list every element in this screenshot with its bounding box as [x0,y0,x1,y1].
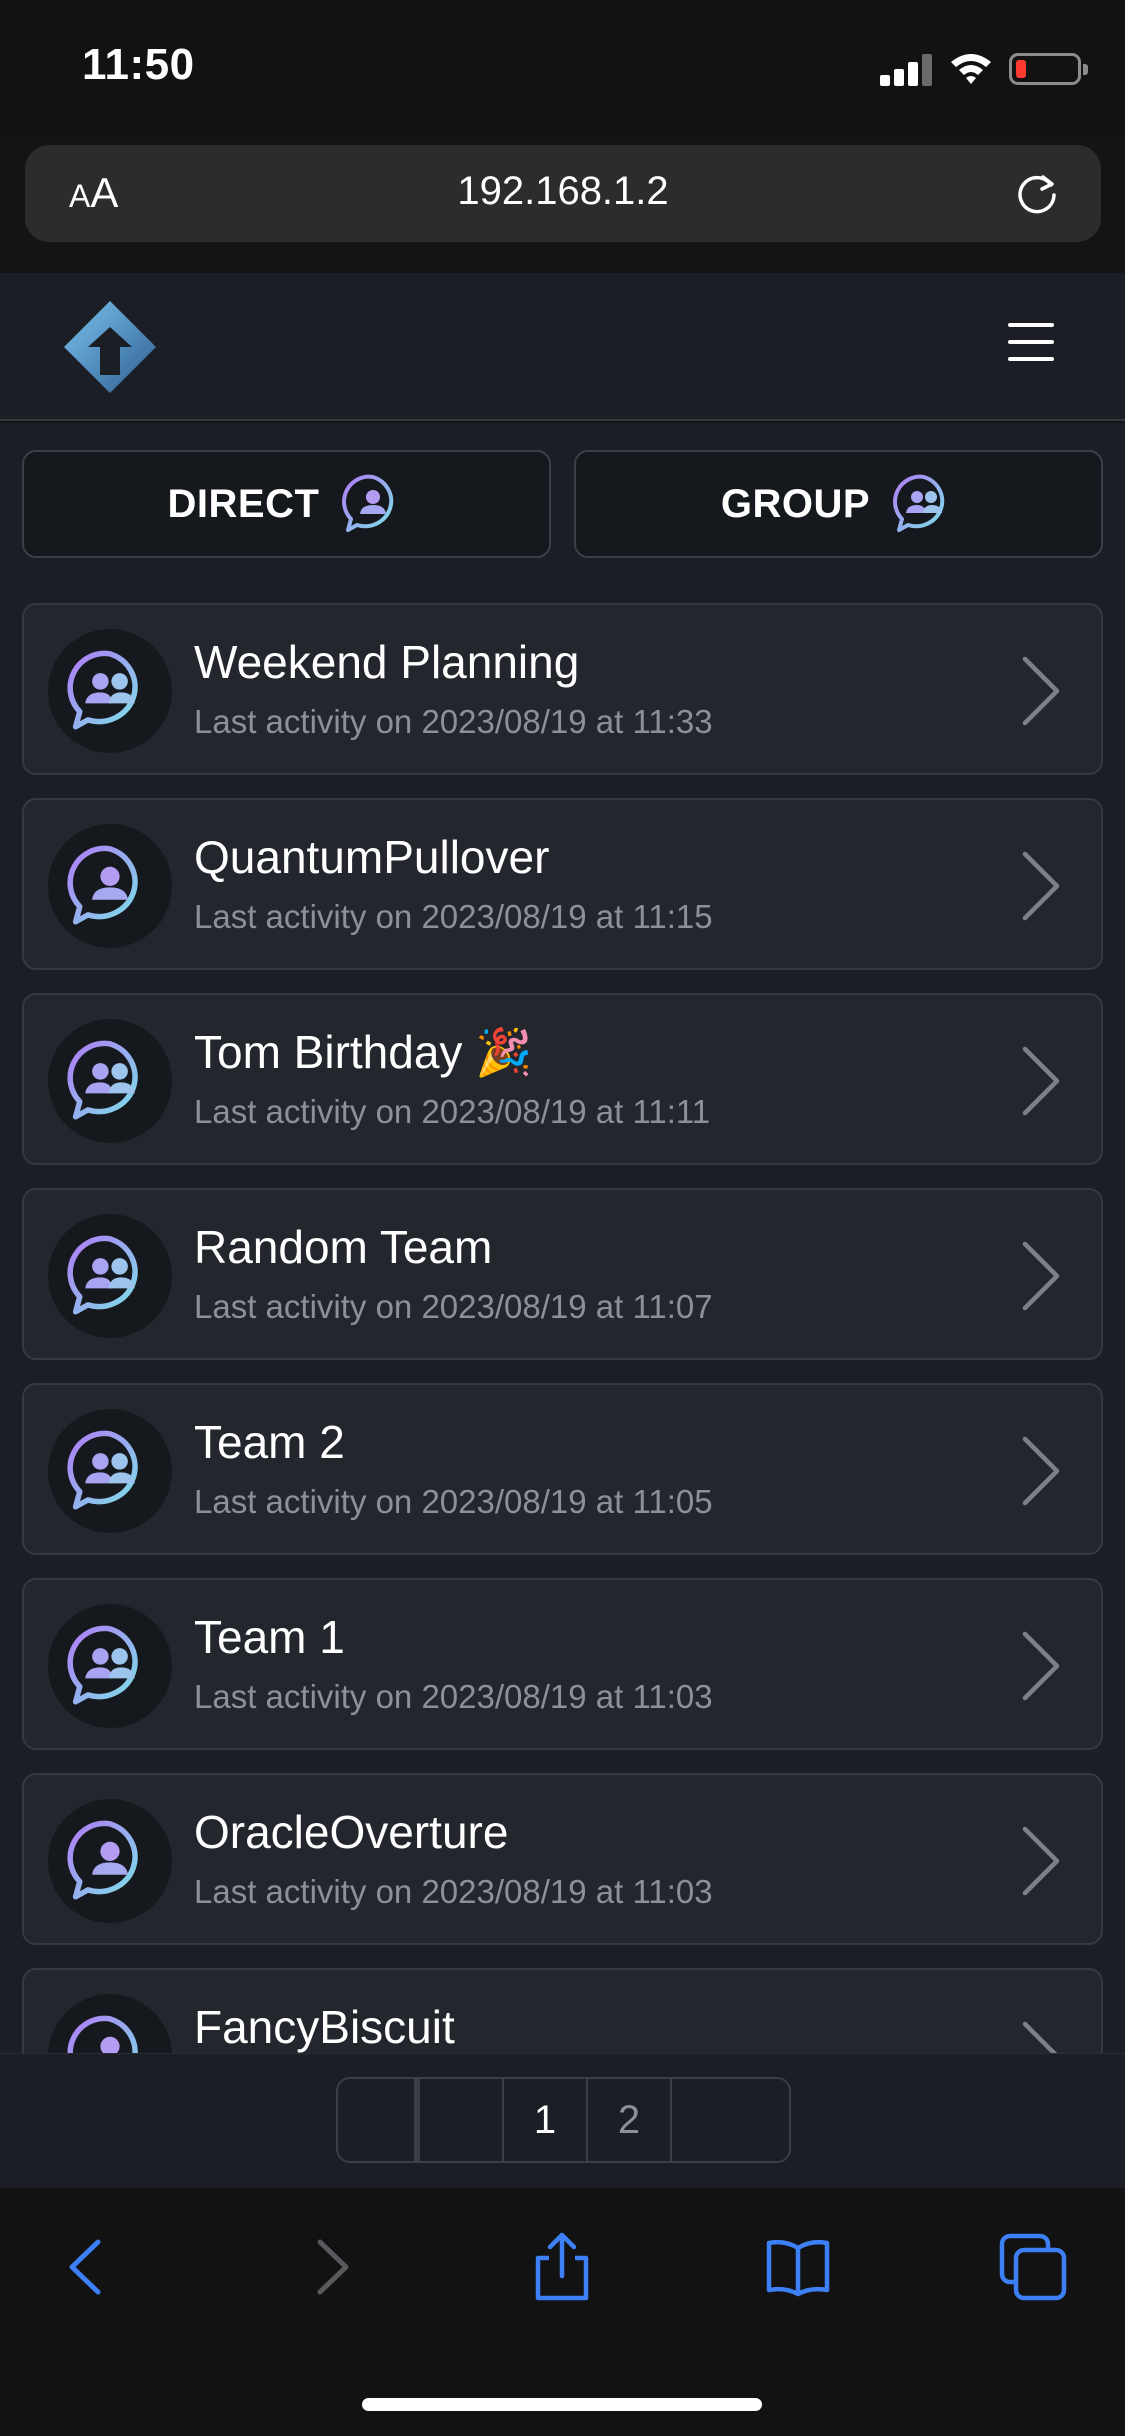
people-chat-bubble-icon [67,1235,138,1315]
battery-icon [1009,53,1088,85]
conversation-avatar [48,824,172,948]
person-chat-bubble-icon [342,474,394,532]
conversations-panel: DIRECT GROUP Weekend Planning Last activ… [0,423,1125,2053]
conversation-avatar [48,1214,172,1338]
chevron-right-icon [1022,1436,1060,1506]
conversation-row[interactable]: OracleOverture Last activity on 2023/08/… [22,1773,1103,1945]
conversation-row[interactable]: Weekend Planning Last activity on 2023/0… [22,603,1103,775]
conversation-list: Weekend Planning Last activity on 2023/0… [22,603,1103,2053]
conversation-title: QuantumPullover [194,831,550,883]
first-page-button[interactable] [338,2079,420,2161]
conversation-title: OracleOverture [194,1806,509,1858]
app-header [0,273,1125,421]
back-icon[interactable] [52,2232,122,2302]
conversation-title: Tom Birthday 🎉 [194,1026,533,1078]
status-bar: 11:50 [0,0,1125,135]
page-2-button[interactable]: 2 [588,2079,672,2161]
conversation-last-activity: Last activity on 2023/08/19 at 11:05 [194,1483,713,1520]
bookmarks-icon[interactable] [763,2232,833,2302]
chevron-right-icon [1022,1046,1060,1116]
app-logo-icon[interactable] [60,297,160,397]
previous-page-button[interactable] [420,2079,504,2161]
reload-icon[interactable] [1013,169,1061,217]
conversation-avatar [48,1019,172,1143]
url-text[interactable]: 192.168.1.2 [25,169,1101,214]
pagination-bar: 1 2 [0,2053,1125,2188]
chevron-right-icon [1022,656,1060,726]
chevron-right-icon [1022,1631,1060,1701]
people-chat-bubble-icon [67,650,138,730]
conversation-last-activity: Last activity on 2023/08/19 at 11:03 [194,1678,713,1715]
pagination: 1 2 [336,2077,791,2163]
group-tab-button[interactable]: GROUP [574,450,1103,558]
conversation-row[interactable]: Team 1 Last activity on 2023/08/19 at 11… [22,1578,1103,1750]
tabs-icon[interactable] [998,2232,1068,2302]
page-1-button[interactable]: 1 [504,2079,588,2161]
chevron-right-icon [1022,2021,1058,2053]
clock: 11:50 [82,40,195,89]
chevron-right-icon [1022,851,1060,921]
direct-tab-button[interactable]: DIRECT [22,450,551,558]
conversation-last-activity: Last activity on 2023/08/19 at 11:11 [194,1093,711,1130]
address-bar[interactable]: AA 192.168.1.2 [25,145,1101,242]
conversation-avatar [48,1604,172,1728]
people-chat-bubble-icon [893,474,945,532]
people-chat-bubble-icon [67,1430,138,1510]
conversation-last-activity: Last activity on 2023/08/19 at 11:15 [194,898,713,935]
group-tab-label: GROUP [720,481,871,526]
conversation-title: Weekend Planning [194,636,580,688]
conversation-row[interactable]: FancyBiscuit [22,1968,1103,2053]
conversation-avatar [48,629,172,753]
conversation-last-activity: Last activity on 2023/08/19 at 11:07 [194,1288,713,1325]
conversation-row[interactable]: Team 2 Last activity on 2023/08/19 at 11… [22,1383,1103,1555]
share-icon[interactable] [527,2232,597,2302]
person-chat-bubble-icon [67,2015,138,2053]
person-chat-bubble-icon [67,1820,138,1900]
cellular-signal-icon [880,52,934,86]
conversation-avatar [48,1994,172,2053]
conversation-title: Random Team [194,1221,493,1273]
conversation-last-activity: Last activity on 2023/08/19 at 11:33 [194,703,713,740]
conversation-last-activity: Last activity on 2023/08/19 at 11:03 [194,1873,713,1910]
conversation-row[interactable]: QuantumPullover Last activity on 2023/08… [22,798,1103,970]
people-chat-bubble-icon [67,1040,138,1120]
people-chat-bubble-icon [67,1625,138,1705]
conversation-row[interactable]: Random Team Last activity on 2023/08/19 … [22,1188,1103,1360]
conversation-title: Team 2 [194,1416,345,1468]
person-chat-bubble-icon [67,845,138,925]
menu-icon[interactable] [1008,323,1054,363]
direct-tab-label: DIRECT [167,481,320,526]
forward-icon[interactable] [296,2232,366,2302]
conversation-title: Team 1 [194,1611,345,1663]
wifi-icon [951,54,991,84]
chevron-right-icon [1022,1826,1060,1896]
conversation-title: FancyBiscuit [194,2001,455,2053]
conversation-avatar [48,1409,172,1533]
home-indicator [362,2398,762,2411]
conversation-avatar [48,1799,172,1923]
next-page-button[interactable] [672,2079,789,2161]
conversation-row[interactable]: Tom Birthday 🎉 Last activity on 2023/08/… [22,993,1103,1165]
chevron-right-icon [1022,1241,1060,1311]
